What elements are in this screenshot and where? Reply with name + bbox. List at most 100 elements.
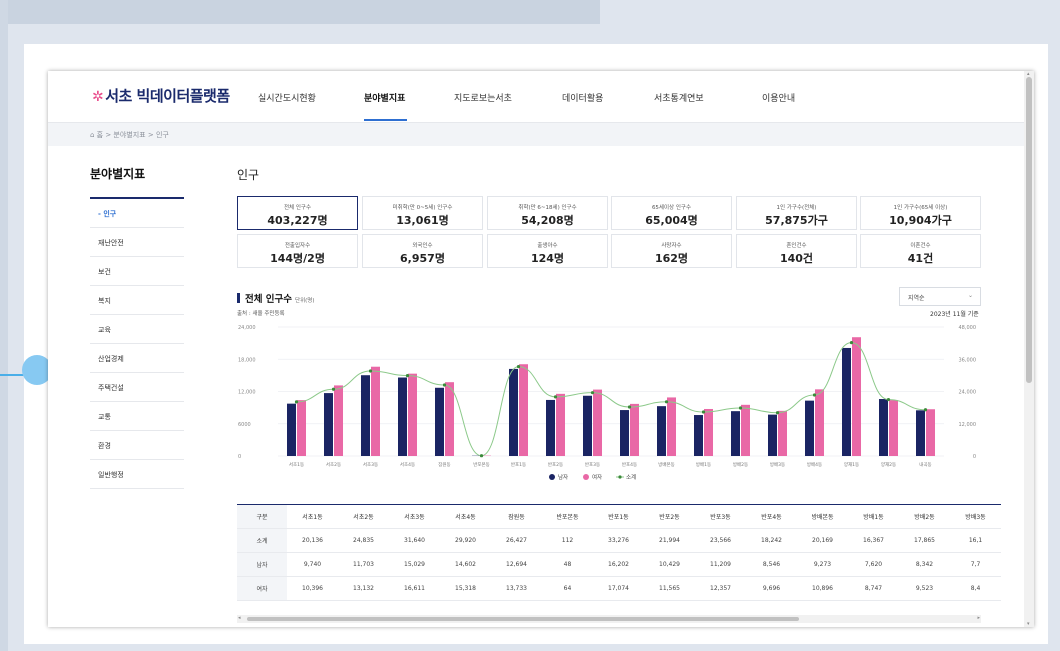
sidebar-item-disaster[interactable]: 재난안전: [90, 228, 184, 257]
stat-card[interactable]: 1인 가구수(65세 이상) 10,904가구: [860, 196, 981, 230]
stat-card[interactable]: 65세이상 인구수 65,004명: [611, 196, 732, 230]
bar-male: [361, 375, 370, 456]
nav-yearbook[interactable]: 서초통계연보: [654, 91, 704, 104]
total-point: [886, 397, 891, 402]
x-tick-label: 서초1동: [289, 461, 304, 468]
horizontal-scrollbar[interactable]: ◂ ▸: [237, 615, 981, 623]
table-cell: 16,611: [389, 576, 440, 601]
table-header-label: 구분: [237, 504, 287, 529]
stat-label: 전체 인구수: [283, 205, 312, 211]
stat-card[interactable]: 출생아수 124명: [487, 234, 608, 268]
table-cell: 17,074: [593, 576, 644, 601]
table-cell: 15,318: [440, 576, 491, 601]
x-tick-label: 반포1동: [511, 461, 526, 468]
table-column-header: 반포3동: [695, 504, 746, 529]
total-point: [368, 369, 373, 373]
table-cell: 20,136: [287, 528, 338, 553]
table-cell: 12,357: [695, 576, 746, 601]
sidebar-item-environment[interactable]: 환경: [90, 431, 184, 460]
table-column-header: 서초3동: [389, 504, 440, 529]
sidebar-item-health[interactable]: 보건: [90, 257, 184, 286]
table-cell: 11,703: [338, 552, 389, 577]
stat-card[interactable]: 전출입자수 144명/2명: [237, 234, 358, 268]
total-point: [775, 411, 780, 415]
bar-male: [509, 368, 518, 456]
bar-male: [916, 410, 925, 456]
table-cell: 11,565: [644, 576, 695, 601]
background-band-left: [0, 0, 8, 651]
stat-card[interactable]: 취학(만 6~18세) 인구수 54,208명: [487, 196, 608, 230]
nav-realtime[interactable]: 실시간도시현황: [258, 91, 316, 104]
table-column-header: 서초4동: [440, 504, 491, 529]
sidebar-item-transport[interactable]: 교통: [90, 402, 184, 431]
sidebar-item-housing[interactable]: 주택건설: [90, 373, 184, 402]
legend-marker: [583, 474, 589, 480]
nav-data-use[interactable]: 데이터활용: [562, 91, 603, 104]
bar-female: [519, 364, 528, 456]
table-cell: 23,566: [695, 528, 746, 553]
y-right-tick-label: 36,000: [959, 357, 977, 363]
sidebar-item-population[interactable]: - 인구: [90, 199, 184, 228]
sort-select-value: 지역순: [908, 295, 925, 302]
stat-card[interactable]: 사망자수 162명: [611, 234, 732, 268]
stat-card[interactable]: 전체 인구수 403,227명: [237, 196, 358, 230]
vertical-scroll-thumb[interactable]: [1026, 77, 1032, 383]
legend-marker: [549, 474, 555, 480]
stat-card[interactable]: 외국인수 6,957명: [362, 234, 483, 268]
breadcrumb-bar: ⌂ 홈 > 분야별지표 > 인구: [48, 122, 1024, 146]
table-cell: 17,865: [899, 528, 950, 553]
y-right-tick-label: 0: [973, 454, 976, 460]
bar-female: [889, 400, 898, 456]
table-column-header: 서초2동: [338, 504, 389, 529]
bar-male: [768, 414, 777, 456]
stat-value: 403,227명: [267, 214, 328, 227]
y-left-tick-label: 12,000: [238, 390, 256, 396]
table-cell: 13,733: [491, 576, 542, 601]
bar-female: [334, 385, 343, 456]
browser-window: ✲ 서초 빅데이터플랫폼 실시간도시현황 분야별지표 지도로보는서초 데이터활용 …: [48, 71, 1034, 627]
x-tick-label: 반포본동: [473, 461, 490, 468]
stat-value: 41건: [907, 252, 934, 265]
sidebar-item-welfare[interactable]: 복지: [90, 286, 184, 315]
stat-card[interactable]: 1인 가구수(전체) 57,875가구: [736, 196, 857, 230]
table-cell: 12,694: [491, 552, 542, 577]
sidebar-item-admin[interactable]: 일반행정: [90, 460, 184, 489]
sort-select[interactable]: 지역순 ⌄: [899, 287, 981, 306]
stat-label: 65세이상 인구수: [651, 205, 692, 211]
scroll-right-arrow-icon[interactable]: ▸: [977, 615, 980, 621]
stat-label: 1인 가구수(전체): [776, 205, 817, 211]
stat-value: 65,004명: [645, 214, 698, 227]
stat-value: 13,061명: [396, 214, 449, 227]
y-left-tick-label: 6000: [238, 422, 251, 428]
nav-guide[interactable]: 이용안내: [762, 91, 795, 104]
vertical-scrollbar[interactable]: ▴ ▾: [1024, 71, 1034, 627]
total-point: [627, 405, 632, 409]
x-tick-label: 방배1동: [696, 461, 711, 468]
sidebar-item-economy[interactable]: 산업경제: [90, 344, 184, 373]
total-point: [516, 364, 521, 369]
nav-map[interactable]: 지도로보는서초: [454, 91, 512, 104]
bar-male: [583, 395, 592, 456]
y-left-tick-label: 24,000: [238, 325, 256, 331]
chart-title-text: 전체 인구수: [245, 294, 293, 305]
total-point: [664, 400, 669, 404]
stat-value: 144명/2명: [270, 252, 325, 265]
site-logo[interactable]: ✲ 서초 빅데이터플랫폼: [92, 85, 230, 106]
stat-card[interactable]: 이혼건수 41건: [860, 234, 981, 268]
table-cell: 16,1: [950, 528, 1001, 553]
stat-value: 10,904가구: [889, 214, 952, 227]
scroll-left-arrow-icon[interactable]: ◂: [238, 615, 241, 621]
stat-card[interactable]: 혼인건수 140건: [736, 234, 857, 268]
chart-unit: 단위(명): [295, 298, 315, 304]
table-cell: 7,7: [950, 552, 1001, 577]
x-tick-label: 방배2동: [733, 461, 748, 468]
table-cell: 24,835: [338, 528, 389, 553]
table-cell: 48: [542, 552, 593, 577]
horizontal-scroll-thumb[interactable]: [247, 617, 799, 621]
nav-indicators[interactable]: 분야별지표: [364, 91, 405, 104]
scroll-down-arrow-icon[interactable]: ▾: [1027, 621, 1030, 627]
stat-card[interactable]: 미취학(만 0~5세) 인구수 13,061명: [362, 196, 483, 230]
table-cell: 18,242: [746, 528, 797, 553]
table-cell: 7,620: [848, 552, 899, 577]
sidebar-item-education[interactable]: 교육: [90, 315, 184, 344]
